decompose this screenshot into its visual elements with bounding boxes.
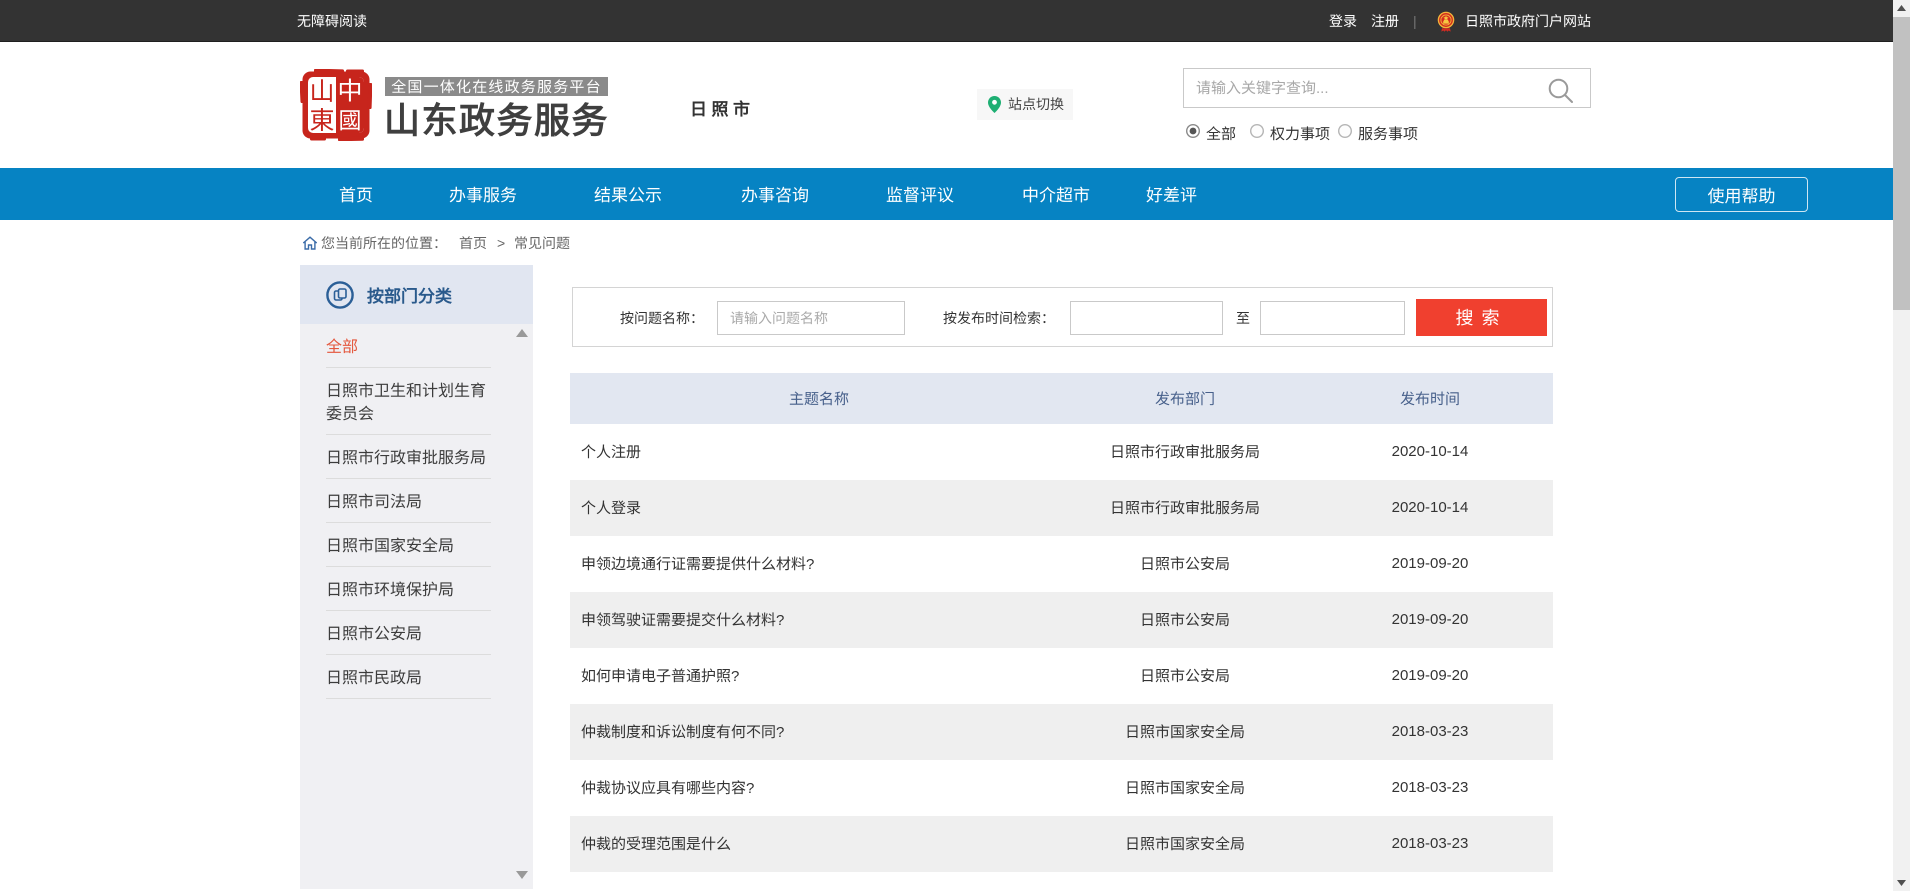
svg-text:東: 東 bbox=[309, 101, 334, 137]
svg-text:國: 國 bbox=[339, 102, 362, 136]
